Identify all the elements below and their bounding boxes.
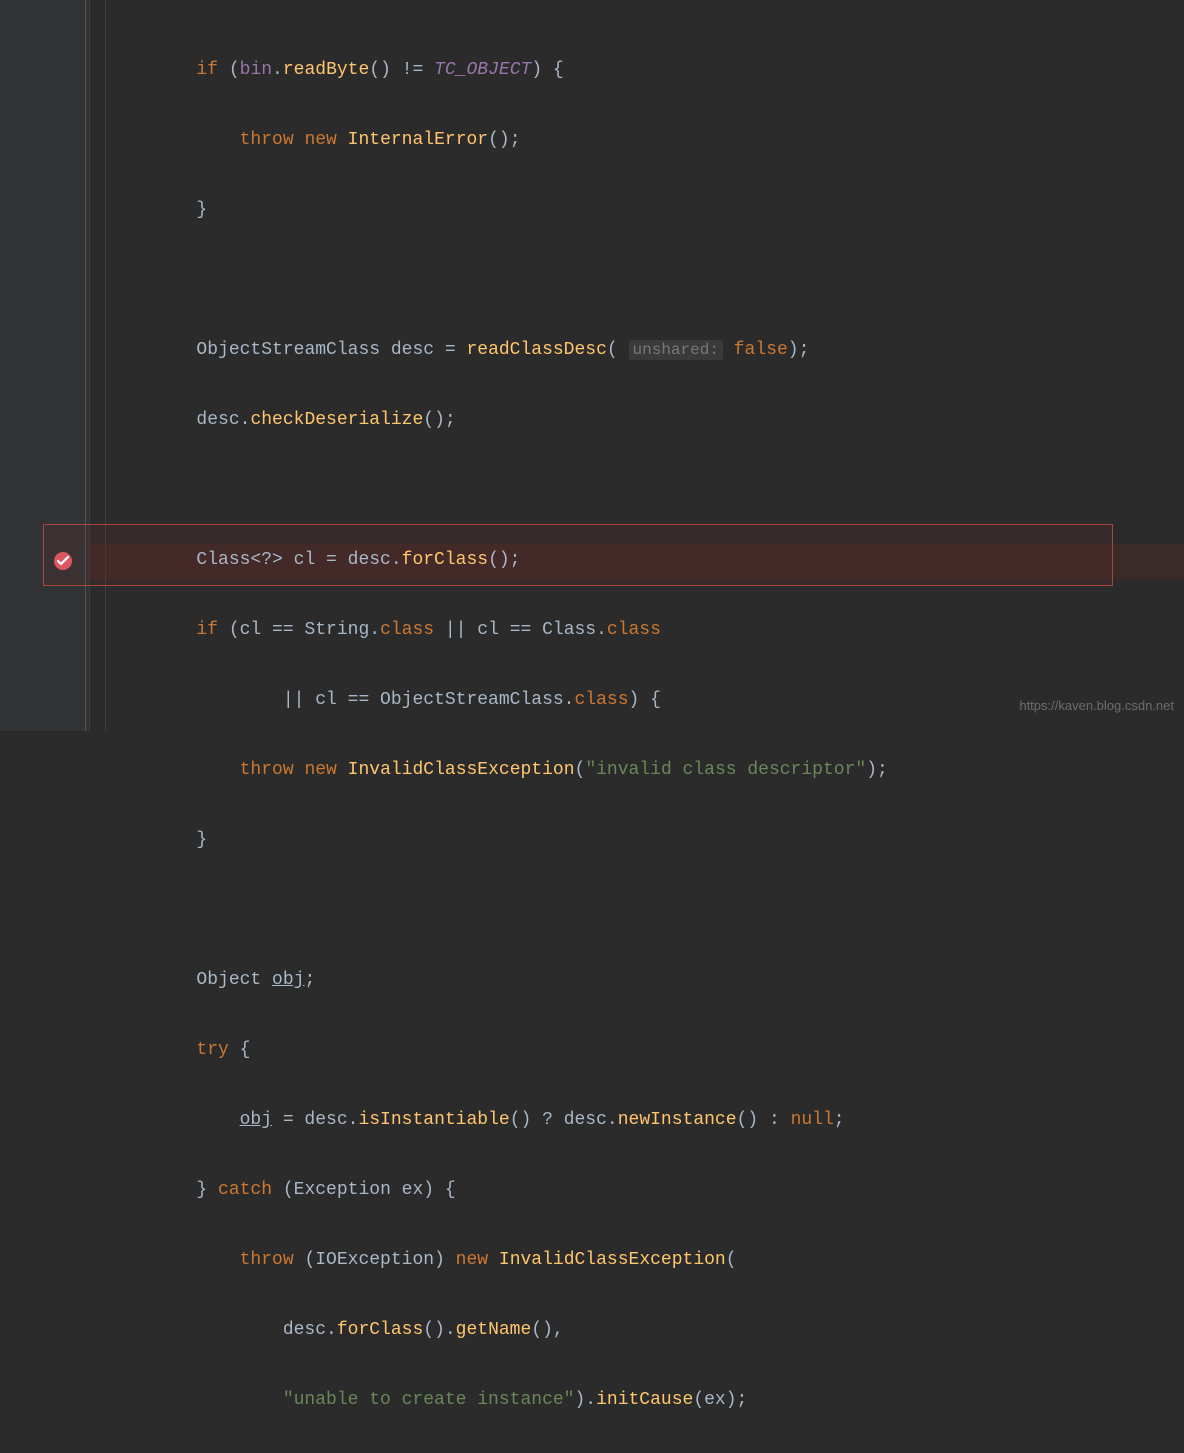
string: "invalid class descriptor" <box>585 760 866 780</box>
variable: obj <box>272 970 304 990</box>
code-line[interactable]: Object obj; <box>100 963 1184 998</box>
keyword: new <box>456 1250 488 1270</box>
code-line[interactable] <box>100 263 1184 298</box>
code-line[interactable]: Class<?> cl = desc.forClass(); <box>100 543 1184 578</box>
parameter-hint: unshared: <box>629 340 723 360</box>
method: forClass <box>337 1320 423 1340</box>
code-editor[interactable]: if (bin.readByte() != TC_OBJECT) { throw… <box>100 0 1184 731</box>
keyword: false <box>734 340 788 360</box>
code-line[interactable] <box>100 473 1184 508</box>
code-line[interactable]: throw new InvalidClassException("invalid… <box>100 753 1184 788</box>
keyword: class <box>380 620 434 640</box>
method: getName <box>456 1320 532 1340</box>
code-line[interactable]: desc.checkDeserialize(); <box>100 403 1184 438</box>
method: InvalidClassException <box>499 1250 726 1270</box>
code-line[interactable]: try { <box>100 1033 1184 1068</box>
breakpoint-icon[interactable] <box>53 550 73 570</box>
keyword: try <box>196 1040 228 1060</box>
fold-line <box>85 0 86 731</box>
keyword: catch <box>218 1180 272 1200</box>
code-line[interactable]: throw (IOException) new InvalidClassExce… <box>100 1243 1184 1278</box>
code-line[interactable] <box>100 893 1184 928</box>
keyword: new <box>304 760 336 780</box>
method: checkDeserialize <box>250 410 423 430</box>
keyword: class <box>607 620 661 640</box>
code-line[interactable]: "unable to create instance").initCause(e… <box>100 1383 1184 1418</box>
code-line[interactable]: } catch (Exception ex) { <box>100 1173 1184 1208</box>
method: forClass <box>402 550 488 570</box>
keyword: throw <box>240 1250 294 1270</box>
code-line[interactable]: desc.forClass().getName(), <box>100 1313 1184 1348</box>
constant: TC_OBJECT <box>434 60 531 80</box>
code-line[interactable]: } <box>100 823 1184 858</box>
method: isInstantiable <box>358 1110 509 1130</box>
keyword: throw <box>240 130 294 150</box>
string: "unable to create instance" <box>283 1390 575 1410</box>
keyword: throw <box>240 760 294 780</box>
code-line[interactable]: } <box>100 193 1184 228</box>
code-line[interactable]: || cl == ObjectStreamClass.class) { <box>100 683 1184 718</box>
keyword: if <box>196 60 218 80</box>
keyword: new <box>304 130 336 150</box>
code-line[interactable]: throw new InternalError(); <box>100 123 1184 158</box>
keyword: if <box>196 620 218 640</box>
gutter <box>0 0 90 731</box>
method: readByte <box>283 60 369 80</box>
method: newInstance <box>618 1110 737 1130</box>
keyword: null <box>791 1110 834 1130</box>
code-line[interactable]: obj = desc.isInstantiable() ? desc.newIn… <box>100 1103 1184 1138</box>
code-line[interactable]: if (bin.readByte() != TC_OBJECT) { <box>100 53 1184 88</box>
method: initCause <box>596 1390 693 1410</box>
keyword: class <box>574 690 628 710</box>
code-line[interactable]: if (cl == String.class || cl == Class.cl… <box>100 613 1184 648</box>
field: bin <box>240 60 272 80</box>
method: InvalidClassException <box>348 760 575 780</box>
variable: obj <box>240 1110 272 1130</box>
method: readClassDesc <box>466 340 606 360</box>
method: InternalError <box>348 130 488 150</box>
code-line[interactable]: ObjectStreamClass desc = readClassDesc( … <box>100 333 1184 368</box>
